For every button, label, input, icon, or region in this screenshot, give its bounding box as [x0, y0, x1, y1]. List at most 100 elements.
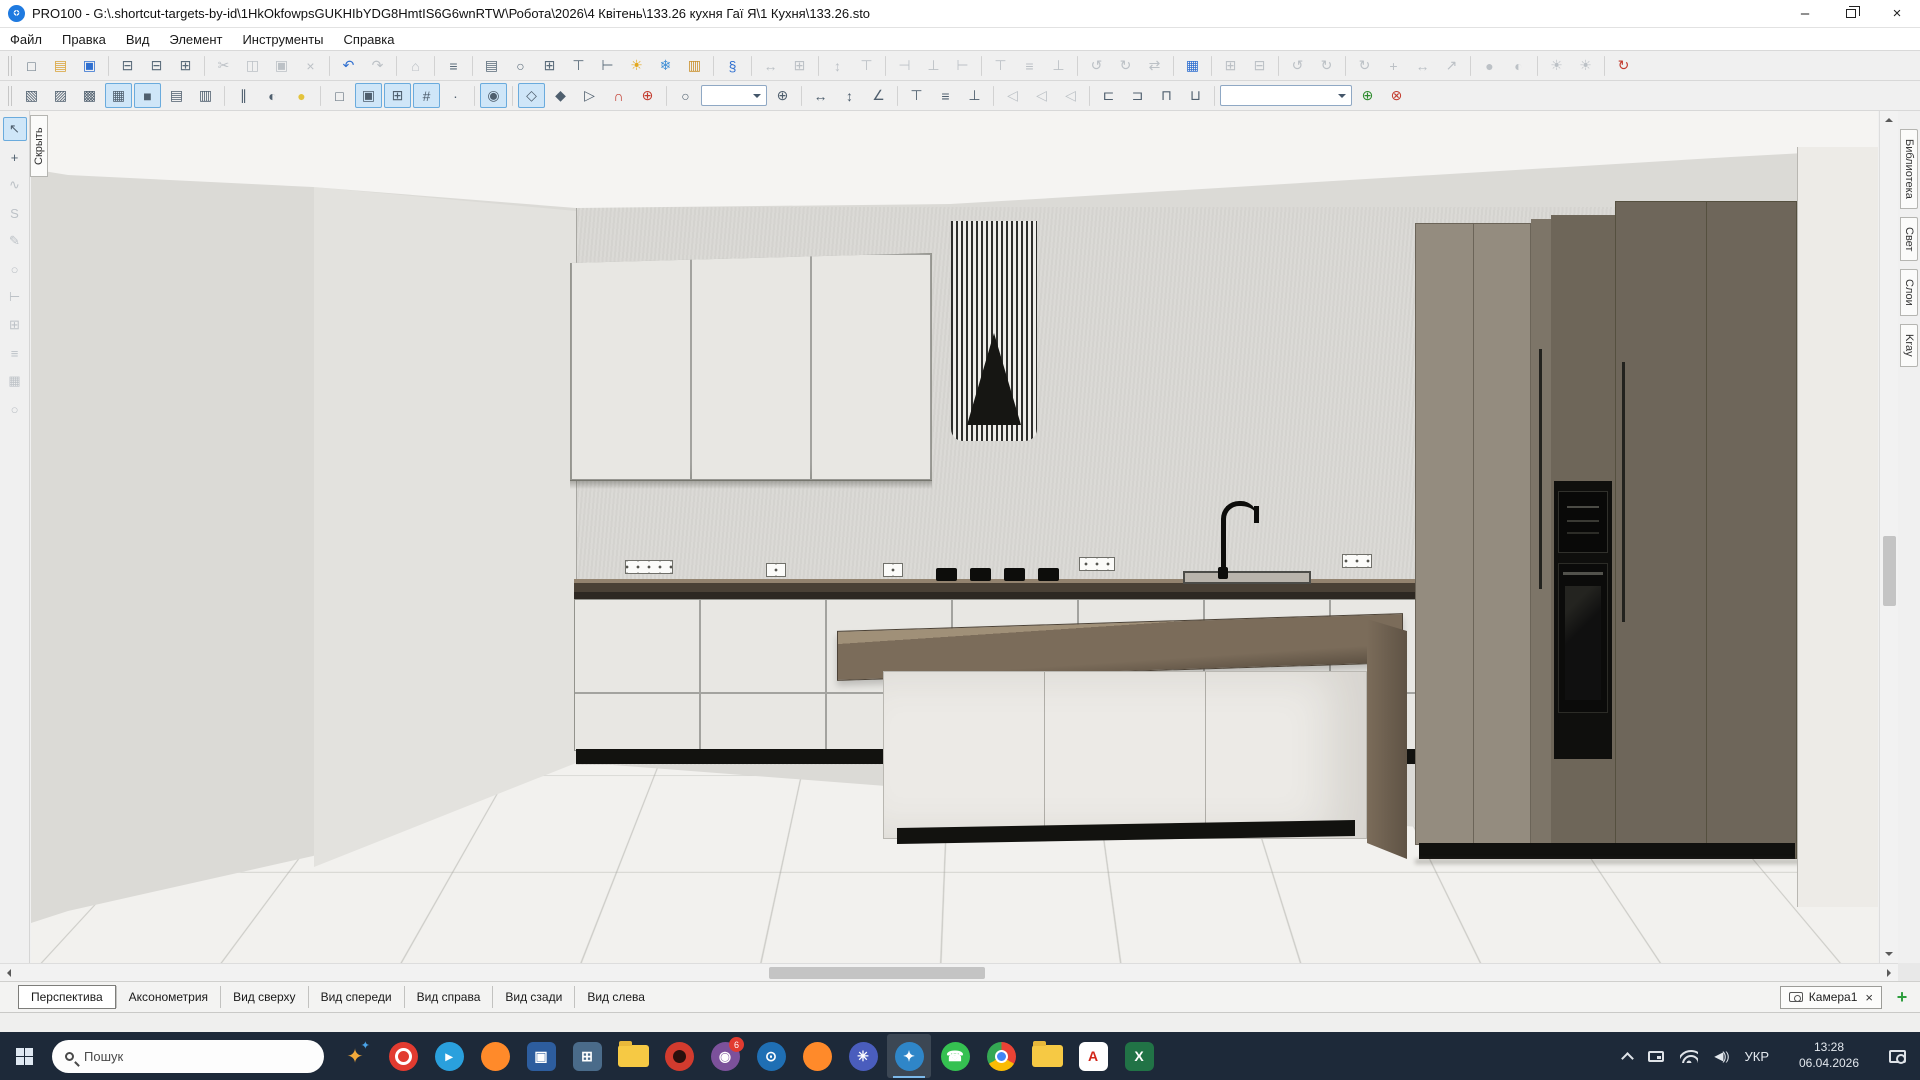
app-firefox[interactable] [473, 1034, 517, 1078]
zoom-tool-icon[interactable]: ○ [3, 397, 27, 421]
render-icon[interactable]: ▦ [1179, 53, 1206, 78]
taskbar-search[interactable]: Пошук [52, 1040, 324, 1073]
panel-mode-icon[interactable]: ▣ [355, 83, 382, 108]
rotate-z-icon[interactable]: ⇄ [1141, 53, 1168, 78]
wireframe-view-icon[interactable]: ◐ [1505, 53, 1532, 78]
hatch-icon[interactable]: ▦ [3, 369, 27, 393]
properties-icon[interactable]: ≡ [440, 53, 467, 78]
pick-material-icon[interactable]: ⊗ [1383, 83, 1410, 108]
add-view-button[interactable]: + [1892, 987, 1912, 1007]
shaded-view-icon[interactable]: ● [1476, 53, 1503, 78]
dim-depth-icon[interactable]: ⊤ [853, 53, 880, 78]
valign-middle-icon[interactable]: ≡ [1016, 53, 1043, 78]
snowflake-icon[interactable]: ❄ [652, 53, 679, 78]
view-hidden-line-icon[interactable]: ▨ [47, 83, 74, 108]
align-left-icon[interactable]: ⊣ [891, 53, 918, 78]
scroll-up-button[interactable] [1881, 111, 1898, 128]
report-icon[interactable]: ▤ [478, 53, 505, 78]
material-combo[interactable] [1220, 85, 1352, 106]
arrow-style-3-icon[interactable]: ◁ [1057, 83, 1084, 108]
tab-view-front[interactable]: Вид спереди [308, 986, 404, 1008]
ungroup-icon[interactable]: ⊟ [1246, 53, 1273, 78]
view-texture-icon[interactable]: ▦ [105, 83, 132, 108]
draw-path-icon[interactable]: ∿ [3, 173, 27, 197]
dim-width-icon[interactable]: ↔ [757, 53, 784, 78]
backstage-icon[interactable]: □ [326, 83, 353, 108]
app-calculator[interactable]: ⊞ [565, 1034, 609, 1078]
align-right-icon[interactable]: ⊢ [949, 53, 976, 78]
visibility-icon[interactable]: ◉ [480, 83, 507, 108]
undo-icon[interactable]: ↶ [335, 53, 362, 78]
apply-material-icon[interactable]: ⊕ [1354, 83, 1381, 108]
rotate-x-icon[interactable]: ↺ [1083, 53, 1110, 78]
label-middle-icon[interactable]: ≡ [932, 83, 959, 108]
origin-icon[interactable]: ⊕ [634, 83, 661, 108]
dim-angle-icon[interactable]: ∠ [865, 83, 892, 108]
view-shadow-icon[interactable]: ▥ [192, 83, 219, 108]
snap-edges-icon[interactable]: ⊞ [384, 83, 411, 108]
language-indicator[interactable]: УКР [1744, 1049, 1769, 1064]
hide-panel-tab[interactable]: Скрыть [30, 115, 48, 177]
dim-vertical-icon[interactable]: ↕ [836, 83, 863, 108]
rotate-ccw-icon[interactable]: ↺ [1284, 53, 1311, 78]
tab-view-top[interactable]: Вид сверху [220, 986, 308, 1008]
tab-camera1[interactable]: Камера1 × [1780, 986, 1882, 1009]
camera-tab-close-icon[interactable]: × [1865, 990, 1873, 1005]
view-contour-icon[interactable]: ▤ [163, 83, 190, 108]
snap-center-icon[interactable]: ◆ [547, 83, 574, 108]
refresh-icon[interactable]: ↻ [1610, 53, 1637, 78]
app-telegram[interactable]: ▸ [427, 1034, 471, 1078]
lens-icon[interactable]: ◐ [259, 83, 286, 108]
home-icon[interactable]: ⌂ [402, 53, 429, 78]
zoom-out-icon[interactable]: ○ [672, 83, 699, 108]
paste-icon[interactable]: ▣ [268, 53, 295, 78]
align-wall-left-icon[interactable]: ⊏ [1095, 83, 1122, 108]
dim-height-icon[interactable]: ↕ [824, 53, 851, 78]
close-button[interactable]: × [1874, 0, 1920, 27]
view-wireframe-icon[interactable]: ▧ [18, 83, 45, 108]
horizontal-scroll-thumb[interactable] [769, 967, 985, 979]
app-acrobat[interactable]: A [1071, 1034, 1115, 1078]
tab-perspective[interactable]: Перспектива [18, 985, 116, 1009]
menu-item[interactable]: Элемент [159, 28, 232, 50]
arrow-style-2-icon[interactable]: ◁ [1028, 83, 1055, 108]
search-icon[interactable]: ○ [507, 53, 534, 78]
print-icon[interactable]: ⊟ [143, 53, 170, 78]
app-file-explorer[interactable] [611, 1034, 655, 1078]
structure-icon[interactable]: ⊞ [536, 53, 563, 78]
zoom-level-combo[interactable] [701, 85, 767, 106]
view-top-icon[interactable]: ⊤ [565, 53, 592, 78]
selection-filter-icon[interactable]: § [719, 53, 746, 78]
tab-axonometry[interactable]: Аксонометрия [116, 986, 220, 1008]
pen-icon[interactable]: ✎ [3, 229, 27, 253]
menu-item[interactable]: Вид [116, 28, 160, 50]
dim-level-icon[interactable]: ≡ [3, 341, 27, 365]
wifi-icon[interactable] [1680, 1050, 1698, 1063]
arrow-style-1-icon[interactable]: ◁ [999, 83, 1026, 108]
label-bottom-icon[interactable]: ⊥ [961, 83, 988, 108]
view-color-icon[interactable]: ▩ [76, 83, 103, 108]
start-button[interactable] [0, 1032, 48, 1080]
align-wall-bottom-icon[interactable]: ⊔ [1182, 83, 1209, 108]
new-file-icon[interactable]: □ [18, 53, 45, 78]
toolbar-grip[interactable] [8, 86, 12, 106]
scroll-down-button[interactable] [1881, 946, 1898, 963]
menu-item[interactable]: Файл [0, 28, 52, 50]
grid-icon[interactable]: # [413, 83, 440, 108]
export-doc-icon[interactable]: ▥ [681, 53, 708, 78]
menu-item[interactable]: Правка [52, 28, 116, 50]
align-wall-right-icon[interactable]: ⊐ [1124, 83, 1151, 108]
app-excel[interactable]: X [1117, 1034, 1161, 1078]
tab-kray[interactable]: Kray [1900, 324, 1918, 367]
zoom-in-icon[interactable]: ⊕ [769, 83, 796, 108]
daylight-icon[interactable]: ☀ [1543, 53, 1570, 78]
copilot-button[interactable]: ✦ ✦ [338, 1036, 372, 1076]
delete-icon[interactable]: × [297, 53, 324, 78]
tab-view-back[interactable]: Вид сзади [492, 986, 574, 1008]
align-wall-top-icon[interactable]: ⊓ [1153, 83, 1180, 108]
minimize-button[interactable]: – [1782, 0, 1828, 27]
rotate-y-icon[interactable]: ↻ [1112, 53, 1139, 78]
app-opera[interactable] [657, 1034, 701, 1078]
save-icon[interactable]: ▣ [76, 53, 103, 78]
cut-icon[interactable]: ✂ [210, 53, 237, 78]
